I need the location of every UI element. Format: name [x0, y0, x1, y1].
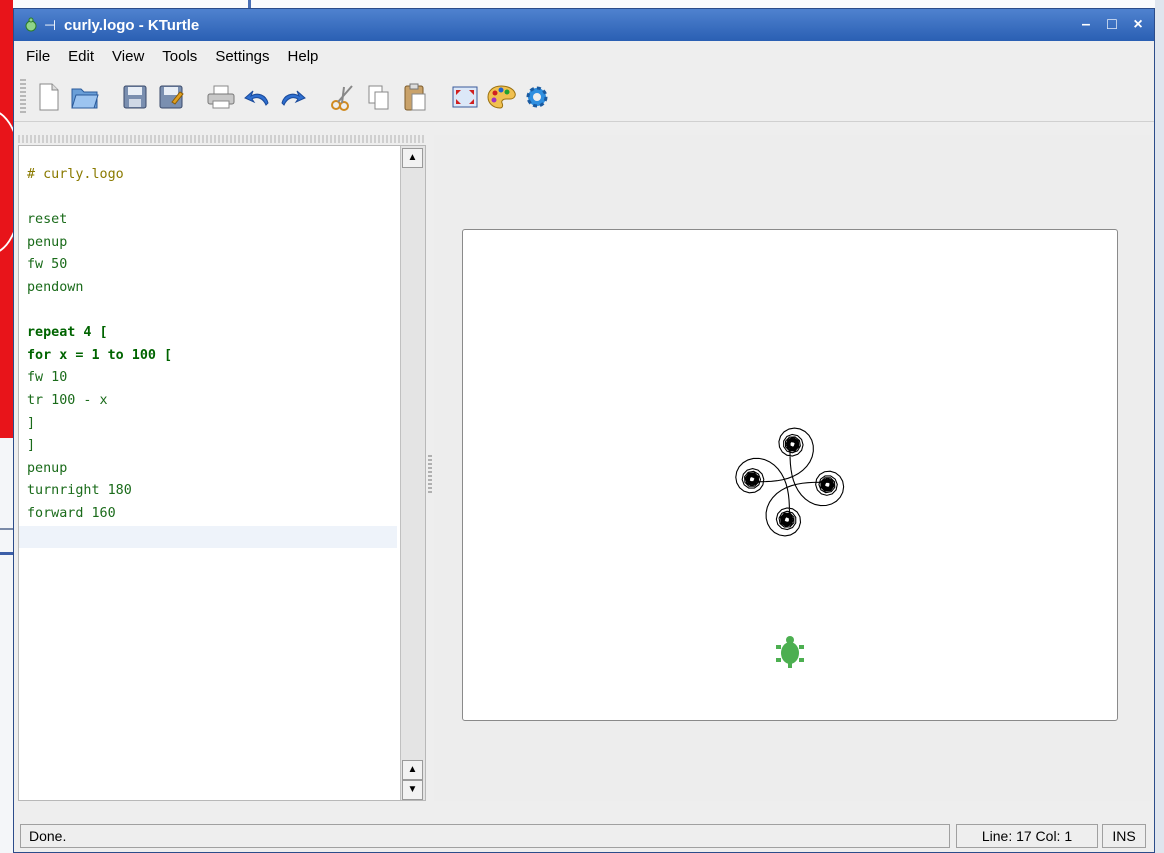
- toolbar-grip[interactable]: [20, 79, 26, 115]
- menu-bar: File Edit View Tools Settings Help: [14, 41, 1154, 71]
- maximize-button[interactable]: □: [1102, 15, 1122, 35]
- code-line: ]: [27, 438, 36, 454]
- close-button[interactable]: ×: [1128, 15, 1148, 35]
- code-editor[interactable]: # curly.logo reset penup fw 50 pendown r…: [18, 145, 426, 801]
- cursor-position: Line: 17 Col: 1: [956, 824, 1098, 848]
- print-icon[interactable]: [206, 80, 236, 114]
- menu-view[interactable]: View: [112, 46, 144, 67]
- open-folder-icon[interactable]: [70, 80, 100, 114]
- menu-settings[interactable]: Settings: [215, 46, 269, 67]
- code-line: reset: [27, 212, 68, 228]
- code-line: # curly.logo: [27, 167, 124, 182]
- minimize-button[interactable]: –: [1076, 15, 1096, 35]
- code-line: for x = 1 to 100 [: [27, 347, 173, 363]
- code-line: repeat 4 [: [27, 325, 108, 341]
- color-picker-icon[interactable]: [486, 80, 516, 114]
- code-line: tr 100 - x: [27, 392, 108, 408]
- menu-help[interactable]: Help: [288, 46, 319, 67]
- code-line: forward 160: [27, 505, 116, 521]
- code-line: penup: [27, 234, 68, 250]
- code-line: pendown: [27, 279, 84, 295]
- editor-scrollbar[interactable]: ▲ ▲ ▼: [400, 146, 425, 800]
- turtle-app-icon[interactable]: [22, 16, 40, 34]
- menu-edit[interactable]: Edit: [68, 46, 94, 67]
- settings-gear-icon[interactable]: [522, 80, 552, 114]
- save-as-icon[interactable]: [156, 80, 186, 114]
- code-line: penup: [27, 460, 68, 476]
- status-bar: Done. Line: 17 Col: 1 INS: [14, 822, 1154, 852]
- redo-icon[interactable]: [278, 80, 308, 114]
- fullscreen-icon[interactable]: [450, 80, 480, 114]
- panel-splitter[interactable]: [426, 135, 434, 801]
- title-bar[interactable]: ⊣ curly.logo - KTurtle – □ ×: [14, 9, 1154, 41]
- main-toolbar: [14, 73, 1154, 122]
- turtle-drawing: [735, 427, 845, 668]
- code-line: ]: [27, 415, 36, 431]
- menu-file[interactable]: File: [26, 46, 50, 67]
- paste-icon[interactable]: [400, 80, 430, 114]
- turtle-curl-path: [735, 427, 845, 537]
- turtle-sprite: [776, 636, 804, 668]
- insert-mode-indicator: INS: [1102, 824, 1146, 848]
- window-title: curly.logo - KTurtle: [64, 16, 200, 34]
- turtle-path: [735, 427, 845, 537]
- scroll-up-button[interactable]: ▲: [402, 148, 423, 168]
- new-file-icon[interactable]: [34, 80, 64, 114]
- code-text[interactable]: # curly.logo reset penup fw 50 pendown r…: [27, 164, 172, 526]
- scroll-down-button[interactable]: ▼: [402, 780, 423, 800]
- pin-icon[interactable]: ⊣: [42, 17, 58, 34]
- desktop-strip: [13, 0, 1155, 8]
- desktop-background: [0, 438, 13, 853]
- desktop-background-right: [1155, 0, 1164, 853]
- status-message: Done.: [20, 824, 950, 848]
- code-line: turnright 180: [27, 483, 132, 499]
- undo-icon[interactable]: [242, 80, 272, 114]
- turtle-canvas[interactable]: [462, 229, 1118, 721]
- desktop-background-red: [0, 0, 24, 438]
- editor-dock-grip[interactable]: [18, 135, 426, 143]
- code-line: fw 10: [27, 370, 68, 386]
- scroll-up-button-lower[interactable]: ▲: [402, 760, 423, 780]
- cut-icon[interactable]: [328, 80, 358, 114]
- kturtle-window: ⊣ curly.logo - KTurtle – □ × File Edit V…: [13, 8, 1155, 853]
- copy-icon[interactable]: [364, 80, 394, 114]
- save-icon[interactable]: [120, 80, 150, 114]
- canvas-area: [434, 135, 1152, 801]
- code-line: fw 50: [27, 257, 68, 273]
- menu-tools[interactable]: Tools: [162, 46, 197, 67]
- current-line-highlight: [19, 526, 397, 548]
